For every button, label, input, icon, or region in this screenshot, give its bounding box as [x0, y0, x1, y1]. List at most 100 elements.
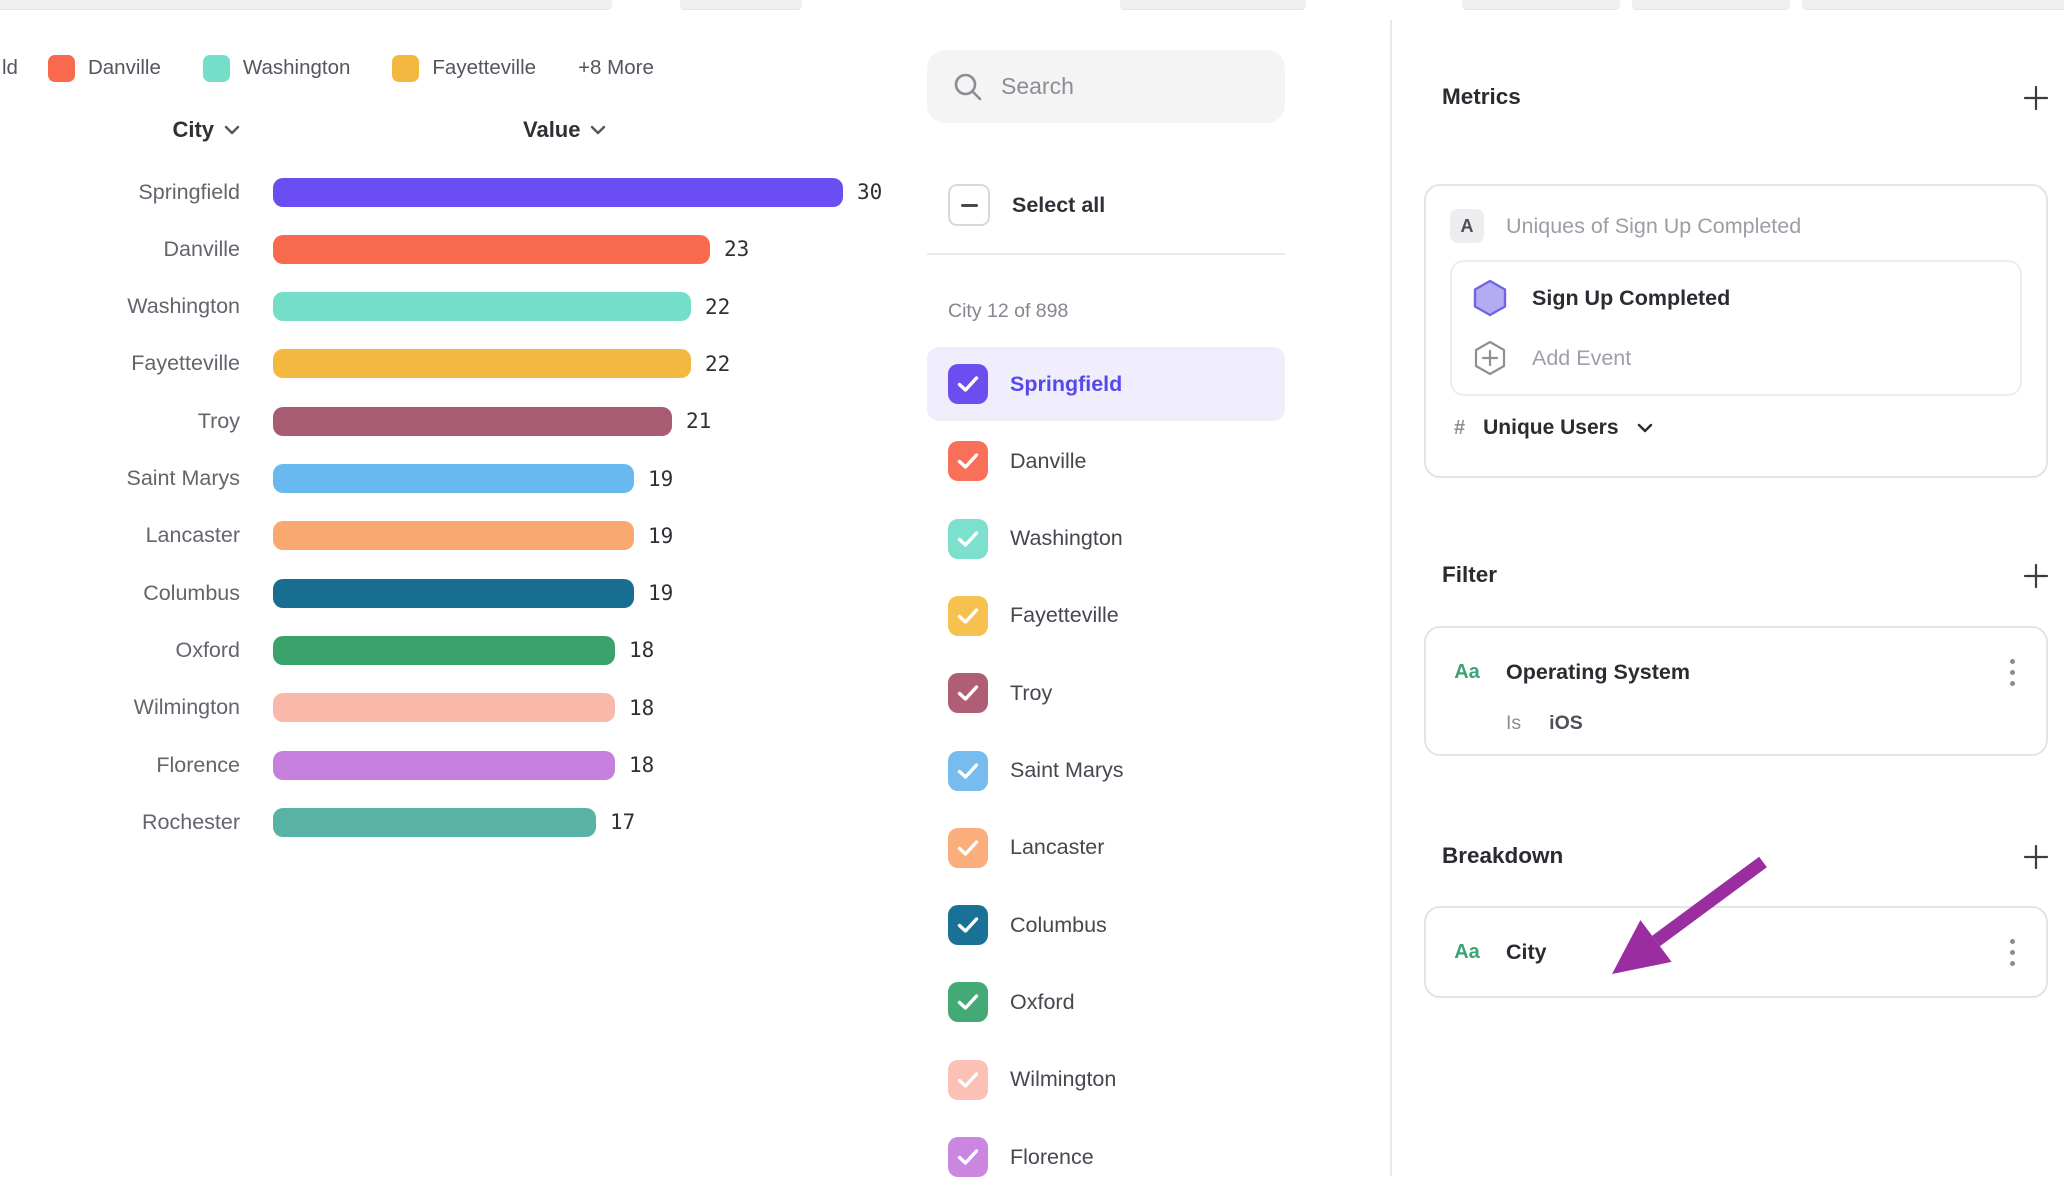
city-list-item[interactable]: Columbus	[927, 888, 1285, 962]
minus-icon	[961, 204, 978, 207]
chart-bar-row: Troy 21	[0, 393, 711, 450]
sort-by-city-header[interactable]: City	[0, 117, 240, 143]
check-icon	[957, 916, 979, 934]
metric-card: A Uniques of Sign Up Completed Sign Up C…	[1424, 184, 2048, 478]
city-list-item[interactable]: Florence	[927, 1120, 1285, 1194]
sort-by-value-header[interactable]: Value	[523, 117, 606, 143]
legend-more-button[interactable]: +8 More	[578, 56, 654, 80]
bar-category-label: Rochester	[0, 810, 240, 835]
chart-bar-row: Oxford 18	[0, 622, 654, 679]
breakdown-property-row[interactable]: Aa City	[1450, 932, 2022, 972]
search-box[interactable]	[927, 50, 1285, 123]
city-checkbox-checked[interactable]	[948, 905, 988, 945]
city-list-item[interactable]: Lancaster	[927, 811, 1285, 885]
check-icon	[957, 530, 979, 548]
city-label: Washington	[1010, 526, 1123, 551]
select-all-checkbox-indeterminate[interactable]	[948, 184, 990, 226]
tab-sliver	[0, 0, 612, 10]
event-card: Sign Up Completed Add Event	[1450, 260, 2022, 396]
city-checkbox-checked[interactable]	[948, 519, 988, 559]
tab-sliver	[1632, 0, 1790, 10]
filter-property-name: Operating System	[1506, 660, 1980, 685]
city-label: Fayetteville	[1010, 603, 1119, 628]
legend-label: Danville	[88, 56, 161, 80]
city-checkbox-checked[interactable]	[948, 596, 988, 636]
tab-sliver	[1802, 0, 2064, 10]
select-all-label: Select all	[1012, 193, 1105, 218]
check-icon	[957, 684, 979, 702]
search-input[interactable]	[999, 72, 1299, 101]
metrics-section-title: Metrics	[1442, 84, 1521, 110]
city-list-item[interactable]: Troy	[927, 656, 1285, 730]
chart-bar-row: Wilmington 18	[0, 679, 654, 736]
legend-label: Washington	[243, 56, 351, 80]
search-icon	[953, 72, 983, 102]
filter-property-row[interactable]: Aa Operating System	[1450, 652, 2022, 692]
event-row[interactable]: Sign Up Completed	[1452, 268, 2020, 328]
city-list-item[interactable]: Danville	[927, 424, 1285, 498]
chart-bar-row: Columbus 19	[0, 565, 673, 622]
text-type-icon: Aa	[1450, 941, 1484, 964]
text-type-icon: Aa	[1450, 661, 1484, 684]
bar-category-label: Wilmington	[0, 695, 240, 720]
city-count-label: City 12 of 898	[948, 300, 1068, 323]
city-checkbox-checked[interactable]	[948, 673, 988, 713]
city-header-label: City	[172, 117, 214, 143]
add-filter-button[interactable]	[2020, 560, 2052, 592]
city-checkbox-checked[interactable]	[948, 364, 988, 404]
bar	[273, 349, 691, 378]
event-name: Sign Up Completed	[1532, 286, 1730, 311]
bar-category-label: Springfield	[0, 180, 240, 205]
tab-sliver	[680, 0, 802, 10]
breakdown-options-menu[interactable]	[2002, 939, 2022, 966]
city-checkbox-checked[interactable]	[948, 828, 988, 868]
filter-section-title: Filter	[1442, 562, 1497, 588]
bar-category-label: Saint Marys	[0, 466, 240, 491]
bar-value-label: 22	[705, 352, 730, 376]
city-list-item[interactable]: Washington	[927, 502, 1285, 576]
city-list-item[interactable]: Wilmington	[927, 1043, 1285, 1117]
bar	[273, 235, 710, 264]
city-list-item[interactable]: Springfield	[927, 347, 1285, 421]
legend-item: Danville	[48, 55, 161, 82]
chart-bar-row: Fayetteville 22	[0, 335, 730, 392]
add-breakdown-button[interactable]	[2020, 841, 2052, 873]
city-checkbox-checked[interactable]	[948, 441, 988, 481]
select-all-row[interactable]: Select all	[948, 184, 1105, 226]
city-label: Saint Marys	[1010, 758, 1124, 783]
chevron-down-icon	[224, 125, 240, 135]
breakdown-property-name: City	[1506, 940, 1980, 965]
filter-card: Aa Operating System Is iOS	[1424, 626, 2048, 756]
add-metric-button[interactable]	[2020, 82, 2052, 114]
bar	[273, 579, 634, 608]
chart-bar-row: Rochester 17	[0, 794, 635, 851]
aggregation-label: Unique Users	[1483, 416, 1618, 440]
city-checkbox-checked[interactable]	[948, 751, 988, 791]
city-label: Springfield	[1010, 372, 1122, 397]
city-checkbox-checked[interactable]	[948, 1060, 988, 1100]
legend-item-partial: ld	[2, 56, 18, 80]
event-hexagon-icon	[1472, 279, 1508, 317]
city-checkbox-checked[interactable]	[948, 1137, 988, 1177]
chart-bar-row: Danville 23	[0, 221, 749, 278]
bar-category-label: Oxford	[0, 638, 240, 663]
check-icon	[957, 452, 979, 470]
add-event-hexagon-plus-icon	[1472, 339, 1508, 377]
filter-operator: Is	[1506, 712, 1521, 735]
check-icon	[957, 607, 979, 625]
add-event-row[interactable]: Add Event	[1452, 328, 2020, 388]
city-list-item[interactable]: Fayetteville	[927, 579, 1285, 653]
tab-sliver	[1462, 0, 1620, 10]
bar	[273, 808, 596, 837]
aggregation-dropdown[interactable]: # Unique Users	[1450, 416, 2022, 440]
check-icon	[957, 839, 979, 857]
chart-bar-row: Florence 18	[0, 737, 654, 794]
bar-category-label: Columbus	[0, 581, 240, 606]
filter-options-menu[interactable]	[2002, 659, 2022, 686]
city-list-item[interactable]: Saint Marys	[927, 734, 1285, 808]
filter-clause-row[interactable]: Is iOS	[1450, 712, 2022, 735]
city-list-item[interactable]: Oxford	[927, 965, 1285, 1039]
check-icon	[957, 993, 979, 1011]
city-checkbox-checked[interactable]	[948, 982, 988, 1022]
legend-item: Washington	[203, 55, 351, 82]
